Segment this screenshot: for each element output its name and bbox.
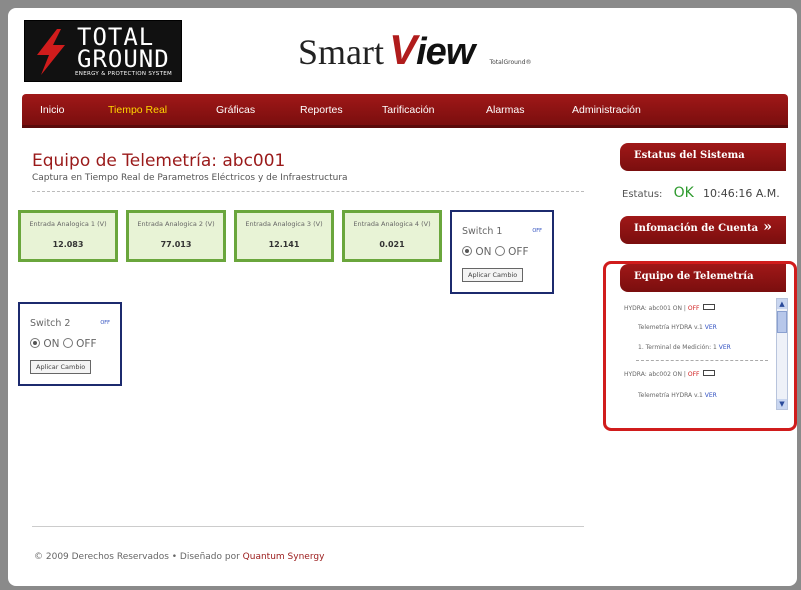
- switch-1-panel: Switch 1 OFF ON OFF Aplicar Cambio: [450, 210, 554, 294]
- switch-2-on-radio[interactable]: [30, 338, 40, 348]
- account-header-label: Infomación de Cuenta: [634, 223, 759, 234]
- list-item: Telemetría HYDRA v.1 VER: [638, 324, 717, 331]
- telemetry-header: Equipo de Telemetría: [620, 264, 786, 292]
- switch-2-off-radio[interactable]: [62, 338, 73, 348]
- nav-inicio[interactable]: Inicio: [40, 104, 65, 116]
- page-frame: TOTAL GROUND ENERGY & PROTECTION SYSTEM …: [8, 8, 797, 586]
- device-label: HYDRA: abc002 ON |: [624, 371, 688, 378]
- list-item: 1. Terminal de Medición: 1 VER: [638, 344, 731, 351]
- footer-designer-link[interactable]: Quantum Synergy: [243, 552, 325, 562]
- status-time: 10:46:16 A.M.: [703, 187, 780, 200]
- toggle-icon[interactable]: [703, 304, 716, 310]
- switch-1-radio-group: ON OFF: [462, 246, 529, 258]
- scroll-thumb[interactable]: [777, 311, 787, 333]
- telemetry-list: HYDRA: abc001 ON | OFF Telemetría HYDRA …: [622, 298, 772, 416]
- device-label: HYDRA: abc001 ON |: [624, 305, 688, 312]
- footer-copyright: © 2009 Derechos Reservados • Diseñado po…: [34, 552, 243, 562]
- switch-1-off-radio[interactable]: [494, 246, 505, 256]
- switch-2-name: Switch 2: [30, 318, 71, 329]
- smartview-brand: Smart View TotalGround®: [298, 26, 532, 73]
- switch-1-on-radio[interactable]: [462, 246, 472, 256]
- analog-input-label: Entrada Analogica 3 (V): [245, 220, 323, 228]
- nav-tiempo-real[interactable]: Tiempo Real: [108, 104, 167, 116]
- switch-2-on-label: ON: [43, 338, 60, 350]
- telemetry-scrollbar[interactable]: ▲ ▼: [776, 298, 788, 410]
- brand-view: View: [389, 26, 475, 73]
- title-divider: [32, 191, 584, 192]
- analog-input-label: Entrada Analogica 2 (V): [137, 220, 215, 228]
- main-nav: Inicio Tiempo Real Gráficas Reportes Tar…: [22, 94, 788, 128]
- version-label: Telemetría HYDRA v.1: [638, 324, 705, 331]
- page-subtitle: Captura en Tiempo Real de Parametros Elé…: [32, 173, 348, 183]
- list-item: Telemetría HYDRA v.1 VER: [638, 392, 717, 399]
- switch-1-name: Switch 1: [462, 226, 503, 237]
- system-status: Estatus: OK 10:46:16 A.M.: [622, 185, 780, 201]
- logo-tagline: ENERGY & PROTECTION SYSTEM: [75, 71, 173, 77]
- switch-1-on-label: ON: [475, 246, 492, 258]
- version-ver-link[interactable]: VER: [705, 392, 717, 399]
- status-header-label: Estatus del Sistema: [634, 150, 745, 161]
- nav-graficas[interactable]: Gráficas: [216, 104, 255, 116]
- page-title: Equipo de Telemetría: abc001: [32, 151, 286, 171]
- device-off-link[interactable]: OFF: [688, 371, 700, 378]
- device-off-link[interactable]: OFF: [688, 305, 700, 312]
- terminal-label: 1. Terminal de Medición: 1: [638, 344, 719, 351]
- terminal-ver-link[interactable]: VER: [719, 344, 731, 351]
- switch-2-apply-button[interactable]: Aplicar Cambio: [30, 360, 92, 374]
- nav-administracion[interactable]: Administración: [572, 104, 641, 116]
- list-item: HYDRA: abc002 ON | OFF: [624, 370, 716, 378]
- telemetry-header-label: Equipo de Telemetría: [634, 271, 754, 282]
- analog-input-1: Entrada Analogica 1 (V) 12.083: [18, 210, 118, 262]
- brand-smart: Smart: [298, 32, 384, 72]
- version-label: Telemetría HYDRA v.1: [638, 392, 705, 399]
- brand-small: TotalGround®: [489, 59, 532, 66]
- switch-2-off-link[interactable]: OFF: [100, 320, 110, 326]
- switch-2-off-label: OFF: [76, 338, 97, 350]
- logo-line-2: GROUND: [77, 45, 170, 73]
- double-chevron-down-icon[interactable]: »: [763, 220, 772, 234]
- scroll-down-icon[interactable]: ▼: [777, 399, 787, 409]
- switch-2-panel: Switch 2 OFF ON OFF Aplicar Cambio: [18, 302, 122, 386]
- analog-input-3: Entrada Analogica 3 (V) 12.141: [234, 210, 334, 262]
- brand-iew: iew: [416, 31, 475, 73]
- status-label: Estatus:: [622, 189, 663, 200]
- list-item: HYDRA: abc001 ON | OFF: [624, 304, 716, 312]
- lightning-bolt-icon: [37, 29, 65, 75]
- switch-1-apply-button[interactable]: Aplicar Cambio: [462, 268, 524, 282]
- analog-input-value: 77.013: [160, 240, 192, 249]
- switch-2-radio-group: ON OFF: [30, 338, 97, 350]
- footer: © 2009 Derechos Reservados • Diseñado po…: [34, 552, 324, 562]
- analog-input-value: 0.021: [379, 240, 405, 249]
- footer-divider: [32, 526, 584, 527]
- scroll-up-icon[interactable]: ▲: [777, 299, 787, 309]
- nav-alarmas[interactable]: Alarmas: [486, 104, 525, 116]
- analog-input-label: Entrada Analogica 4 (V): [353, 220, 431, 228]
- nav-reportes[interactable]: Reportes: [300, 104, 343, 116]
- analog-input-2: Entrada Analogica 2 (V) 77.013: [126, 210, 226, 262]
- version-ver-link[interactable]: VER: [705, 324, 717, 331]
- account-header[interactable]: Infomación de Cuenta »: [620, 216, 786, 244]
- status-value: OK: [673, 185, 694, 201]
- brand-v: V: [389, 26, 417, 73]
- toggle-icon[interactable]: [703, 370, 716, 376]
- total-ground-logo[interactable]: TOTAL GROUND ENERGY & PROTECTION SYSTEM: [24, 20, 182, 82]
- status-header: Estatus del Sistema: [620, 143, 786, 171]
- nav-tarificacion[interactable]: Tarificación: [382, 104, 435, 116]
- analog-input-4: Entrada Analogica 4 (V) 0.021: [342, 210, 442, 262]
- analog-input-value: 12.141: [268, 240, 300, 249]
- switch-1-off-link[interactable]: OFF: [532, 228, 542, 234]
- list-divider: [636, 360, 768, 361]
- switch-1-off-label: OFF: [508, 246, 529, 258]
- analog-input-label: Entrada Analogica 1 (V): [29, 220, 107, 228]
- analog-input-value: 12.083: [52, 240, 84, 249]
